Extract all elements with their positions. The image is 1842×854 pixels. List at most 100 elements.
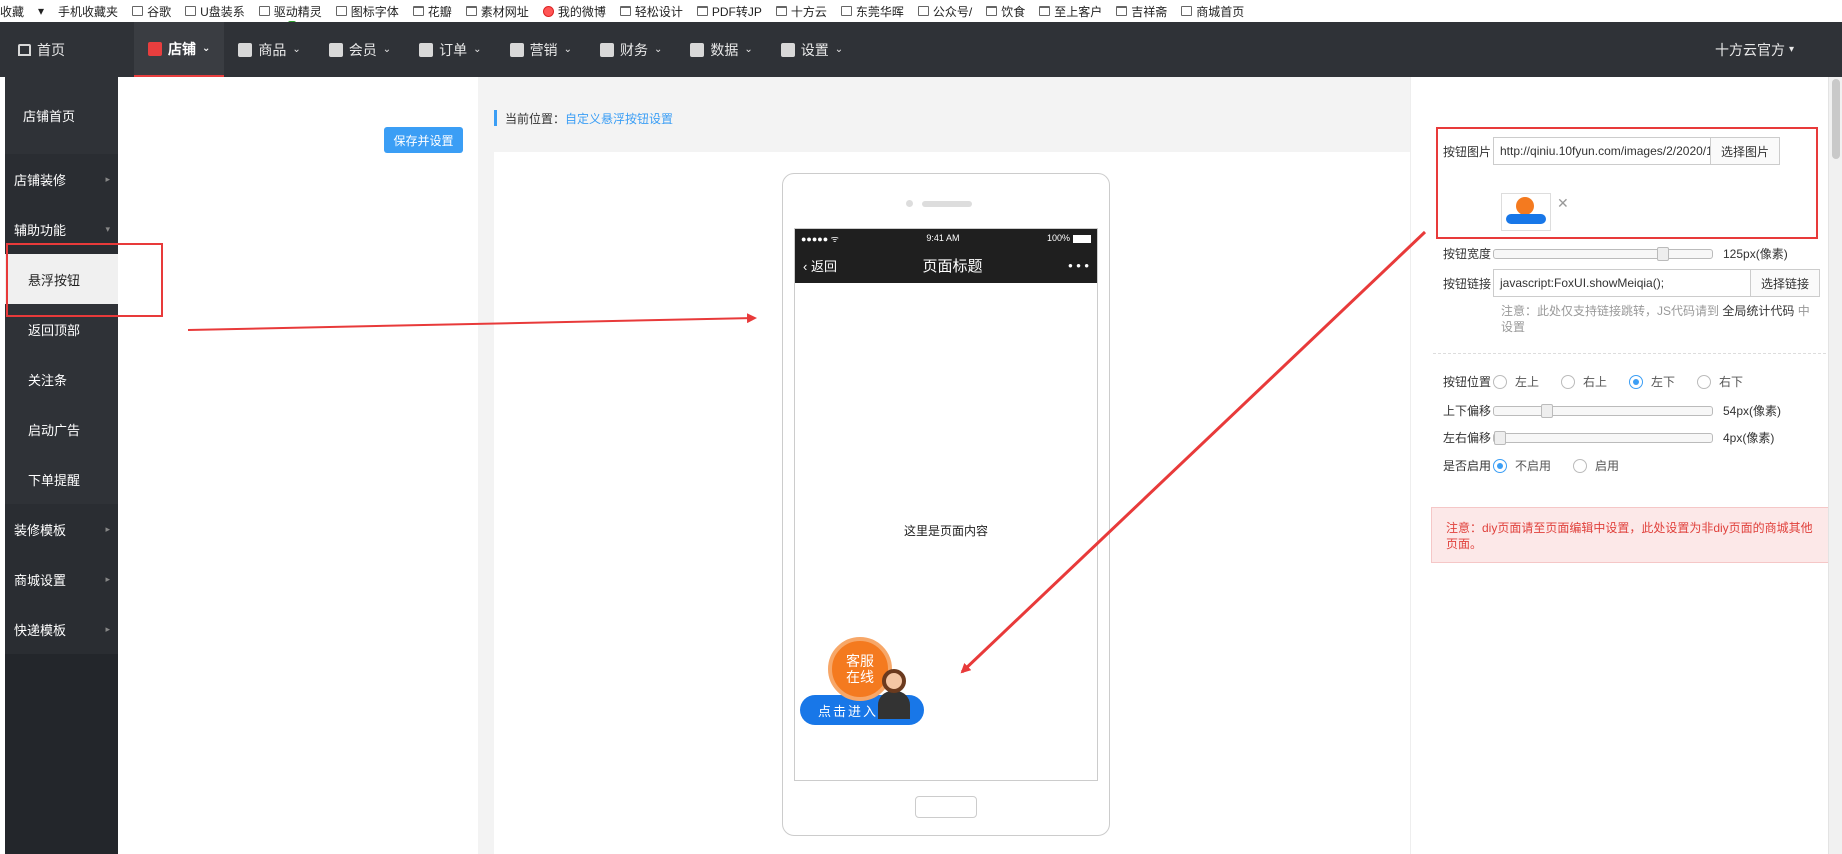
radio-option[interactable]: 左下 <box>1629 373 1675 390</box>
bookmark-item[interactable]: 十方云 <box>775 3 827 20</box>
bookmark-item[interactable]: 收藏 <box>0 3 24 20</box>
bookmark-item[interactable]: 东莞华晖 <box>840 3 904 20</box>
vertical-offset-row: 上下偏移 54px(像素) <box>1443 402 1781 419</box>
radio-option[interactable]: 不启用 <box>1493 457 1551 474</box>
chevron-down-icon: ⌄ <box>834 44 844 55</box>
bookmark-item[interactable]: 驱动精灵 <box>258 3 322 20</box>
preview-canvas: ●●●●● ᯤ 9:41 AM 100% ‹ 返回 页面标题 • • • 这里是… <box>494 152 1410 854</box>
folder-icon <box>465 6 477 16</box>
sidebar-group-decoration[interactable]: 店铺装修 ▸ <box>5 154 118 204</box>
nav-home-label: 首页 <box>37 41 65 58</box>
bookmark-item[interactable]: ▾ <box>38 4 44 18</box>
radio-circle-icon[interactable] <box>1629 374 1644 389</box>
sidebar-group-mall-settings[interactable]: 商城设置 ▸ <box>5 554 118 604</box>
more-icon[interactable]: • • • <box>1068 258 1089 273</box>
bookmarks-bar: 收藏 ▾ 手机收藏夹 谷歌 U盘装系 驱动精灵 图标字体 花瓣 素材网址 我的微博 轻松设计 PDF转… <box>0 0 1842 22</box>
bookmark-item[interactable]: 图标字体 <box>335 3 399 20</box>
nav-item-label: 数据 <box>710 41 739 58</box>
link-input[interactable]: javascript:FoxUI.showMeiqia(); <box>1493 269 1751 297</box>
scrollbar-thumb[interactable] <box>1832 79 1840 159</box>
global-stats-link[interactable]: 全局统计代码 <box>1722 304 1794 318</box>
nav-item[interactable]: 设置 ⌄ <box>767 22 857 77</box>
horizontal-offset-slider[interactable] <box>1493 430 1713 445</box>
bookmark-item[interactable]: 轻松设计 <box>619 3 683 20</box>
nav-item[interactable]: 会员 ⌄ <box>315 22 405 77</box>
nav-item-label: 会员 <box>348 41 377 58</box>
sidebar-item-follow-bar[interactable]: 关注条 <box>5 354 118 404</box>
page-icon <box>335 6 347 16</box>
bookmark-item[interactable]: 公众号/ <box>917 3 972 20</box>
nav-item-label: 店铺 <box>168 40 196 57</box>
account-name: 十方云官方 <box>1714 41 1785 58</box>
breadcrumb-link[interactable]: 自定义悬浮按钮设置 <box>565 110 673 127</box>
image-url-input[interactable]: http://qiniu.10fyun.com/images/2/2020/10 <box>1493 137 1711 165</box>
bookmark-item[interactable]: 吉祥斋 <box>1116 3 1167 20</box>
radio-circle-icon[interactable] <box>1561 374 1576 389</box>
remove-image-icon[interactable]: ✕ <box>1557 195 1569 212</box>
radio-circle-icon[interactable] <box>1697 374 1712 389</box>
radio-option[interactable]: 右上 <box>1561 373 1607 390</box>
sidebar-item-order-reminder[interactable]: 下单提醒 <box>5 454 118 504</box>
slider-handle[interactable] <box>1657 246 1669 261</box>
sidebar-group-auxiliary[interactable]: 辅助功能 ▾ <box>5 204 118 254</box>
sidebar-group-shipping[interactable]: 快递模板 ▸ <box>5 604 118 654</box>
sidebar-item-label: 悬浮按钮 <box>28 272 81 288</box>
nav-item[interactable]: 财务 ⌄ <box>586 22 676 77</box>
save-and-set-button[interactable]: 保存并设置 <box>384 127 463 153</box>
phone-speaker <box>922 201 972 207</box>
nav-item-label: 财务 <box>619 41 648 58</box>
radio-circle-icon[interactable] <box>1573 458 1588 473</box>
sidebar-item-float-button[interactable]: 悬浮按钮 <box>5 254 118 304</box>
bookmark-item[interactable]: PDF转JP <box>696 3 762 20</box>
nav-item[interactable]: 营销 ⌄ <box>496 22 586 77</box>
sidebar-item-launch-ad[interactable]: 启动广告 <box>5 404 118 454</box>
bookmark-item[interactable]: 商城首页 <box>1181 3 1244 20</box>
sidebar-group-templates[interactable]: 装修模板 ▸ <box>5 504 118 554</box>
goods-icon <box>238 42 253 57</box>
radio-circle-icon[interactable] <box>1493 458 1507 473</box>
button-image-thumbnail <box>1501 193 1551 231</box>
bookmark-item[interactable]: 至上客户 <box>1039 3 1102 20</box>
width-slider[interactable] <box>1493 246 1713 261</box>
page-scrollbar[interactable] <box>1828 77 1842 854</box>
radio-circle-icon[interactable] <box>1493 374 1507 389</box>
divider <box>1433 353 1831 354</box>
signal-indicator: ●●●●● ᯤ <box>801 233 839 244</box>
sidebar-item-store-home[interactable]: 店铺首页 <box>5 77 118 154</box>
bookmark-item[interactable]: 花瓣 <box>412 3 452 20</box>
bookmark-item[interactable]: 素材网址 <box>465 3 529 20</box>
nav-item[interactable]: 店铺 ⌄ <box>134 22 225 77</box>
store-icon <box>148 41 162 56</box>
nav-home[interactable]: 首页 <box>0 22 134 77</box>
bookmark-item[interactable]: 饮食 <box>986 3 1025 20</box>
slider-handle[interactable] <box>1494 430 1506 445</box>
slider-handle[interactable] <box>1541 403 1553 418</box>
choose-link-button[interactable]: 选择链接 <box>1751 269 1821 297</box>
nav-item[interactable]: 数据 ⌄ <box>676 22 766 77</box>
folder-icon <box>696 6 708 16</box>
bookmark-item[interactable]: 手机收藏夹 <box>58 3 296 22</box>
radio-option[interactable]: 右下 <box>1697 373 1743 390</box>
gear-icon <box>780 42 795 57</box>
sidebar-group-label: 装修模板 <box>14 522 67 538</box>
radio-option[interactable]: 启用 <box>1573 457 1619 474</box>
floating-service-button[interactable]: 点击进入 客服 在线 <box>800 637 924 725</box>
phone-mockup: ●●●●● ᯤ 9:41 AM 100% ‹ 返回 页面标题 • • • 这里是… <box>782 173 1110 836</box>
radio-option[interactable]: 左上 <box>1493 373 1539 390</box>
bookmark-item[interactable]: 谷歌 <box>132 3 171 20</box>
bookmark-item[interactable]: U盘装系 <box>185 3 245 20</box>
breadcrumb: 当前位置： 自定义悬浮按钮设置 <box>494 110 673 126</box>
account-menu[interactable]: 十方云官方 ▾ <box>1715 22 1794 77</box>
bookmark-item[interactable]: 我的微博 <box>542 3 606 20</box>
position-label: 按钮位置 <box>1443 375 1492 389</box>
chevron-down-icon: ⌄ <box>563 44 572 55</box>
phone-back-button[interactable]: ‹ 返回 <box>803 256 837 275</box>
nav-item[interactable]: 订单 ⌄ <box>405 22 495 77</box>
nav-item[interactable]: 商品 ⌄ <box>224 22 314 77</box>
vertical-offset-slider[interactable] <box>1493 403 1713 418</box>
choose-image-button[interactable]: 选择图片 <box>1711 137 1781 165</box>
top-navbar: 首页 店铺 ⌄ 商品 ⌄ 会员 ⌄ 订单 ⌄ 营销 ⌄ 财务 ⌄ 数据 ⌄ 设置 ⌄ 十方云官方 ▾ <box>0 22 1842 77</box>
preview-pane: 当前位置： 自定义悬浮按钮设置 ●●●●● ᯤ 9:41 AM 100% ‹ 返… <box>478 77 1410 854</box>
sidebar-item-back-to-top[interactable]: 返回顶部 <box>5 304 118 354</box>
chevron-down-icon: ▾ <box>105 223 110 234</box>
